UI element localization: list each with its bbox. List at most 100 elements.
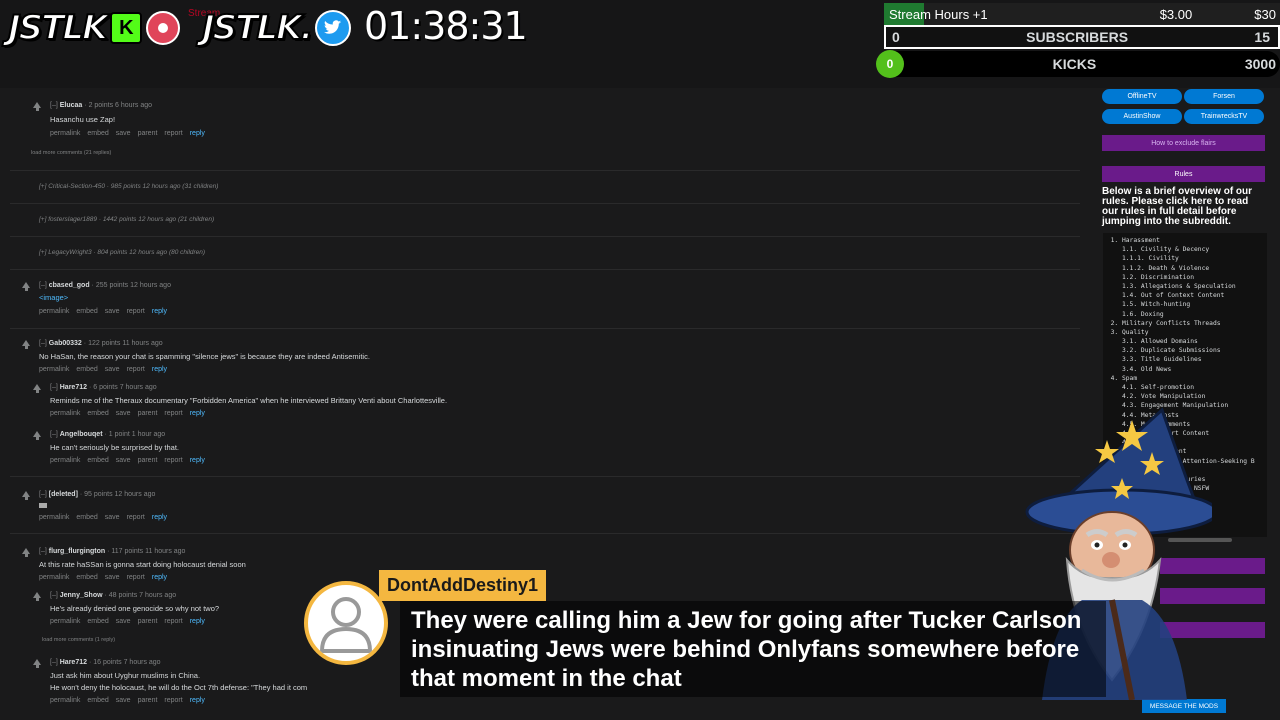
upvote-arrow-icon[interactable] <box>22 491 30 500</box>
collapse-toggle[interactable]: [–] <box>39 491 47 498</box>
record-icon <box>146 11 181 45</box>
report-link[interactable]: report <box>127 308 145 315</box>
permalink-link[interactable]: permalink <box>39 308 69 315</box>
report-link[interactable]: report <box>164 130 182 137</box>
comment-author[interactable]: Jenny_Show <box>60 592 103 599</box>
sidebar-link-forsen[interactable]: Forsen <box>1184 89 1264 104</box>
expand-toggle[interactable]: [+] <box>39 216 46 223</box>
sidebar-link-offlinetv[interactable]: OfflineTV <box>1102 89 1182 104</box>
parent-link[interactable]: parent <box>138 457 158 464</box>
embed-link[interactable]: embed <box>76 366 97 373</box>
load-more-comments-link[interactable]: load more comments (21 replies) <box>31 150 111 156</box>
comment-author[interactable]: Hare712 <box>60 659 87 666</box>
embed-link[interactable]: embed <box>76 308 97 315</box>
load-more-comments-link[interactable]: load more comments (1 reply) <box>42 637 115 643</box>
comment-author[interactable]: LegacyWright3 <box>48 249 91 256</box>
sidebar-link-trainwreckstv[interactable]: TrainwrecksTV <box>1184 109 1264 124</box>
save-link[interactable]: save <box>105 366 120 373</box>
permalink-link[interactable]: permalink <box>50 130 80 137</box>
comment-author[interactable]: Elucaa <box>60 102 83 109</box>
comment-author[interactable]: Gab00332 <box>49 340 82 347</box>
embed-link[interactable]: embed <box>87 410 108 417</box>
kicks-goal: 0 KICKS 3000 <box>876 50 1280 78</box>
embed-link[interactable]: embed <box>76 514 97 521</box>
comment-author[interactable]: Critical-Section-450 <box>48 183 105 190</box>
comment-author[interactable]: Angelbouqet <box>60 431 103 438</box>
collapse-toggle[interactable]: [–] <box>39 548 47 555</box>
upvote-arrow-icon[interactable] <box>22 340 30 349</box>
report-link[interactable]: report <box>164 618 182 625</box>
save-link[interactable]: save <box>116 130 131 137</box>
reply-link[interactable]: reply <box>152 366 167 373</box>
sidebar-link-austinshow[interactable]: AustinShow <box>1102 109 1182 124</box>
permalink-link[interactable]: permalink <box>39 514 69 521</box>
reply-link[interactable]: reply <box>190 410 205 417</box>
comment-body: He's already denied one genocide so why … <box>50 604 220 613</box>
upvote-arrow-icon[interactable] <box>33 102 41 111</box>
reply-link[interactable]: reply <box>190 130 205 137</box>
rules-intro[interactable]: Below is a brief overview of our rules. … <box>1102 187 1267 227</box>
upvote-arrow-icon[interactable] <box>33 659 41 668</box>
collapse-toggle[interactable]: [–] <box>50 384 58 391</box>
comment-image-link[interactable]: <image> <box>39 293 174 302</box>
comment: [–] Elucaa · 2 points 6 hours ago Hasanc… <box>50 102 212 137</box>
save-link[interactable]: save <box>116 618 131 625</box>
save-link[interactable]: save <box>105 308 120 315</box>
collapse-toggle[interactable]: [–] <box>50 592 58 599</box>
upvote-arrow-icon[interactable] <box>33 384 41 393</box>
permalink-link[interactable]: permalink <box>50 457 80 464</box>
expand-toggle[interactable]: [+] <box>39 249 46 256</box>
permalink-link[interactable]: permalink <box>39 366 69 373</box>
reply-link[interactable]: reply <box>190 618 205 625</box>
reply-link[interactable]: reply <box>190 697 205 704</box>
parent-link[interactable]: parent <box>138 130 158 137</box>
permalink-link[interactable]: permalink <box>50 697 80 704</box>
save-link[interactable]: save <box>116 410 131 417</box>
reply-link[interactable]: reply <box>190 457 205 464</box>
collapse-toggle[interactable]: [–] <box>50 431 58 438</box>
upvote-arrow-icon[interactable] <box>22 282 30 291</box>
comment-author[interactable]: fostersIager1889 <box>48 216 97 223</box>
report-link[interactable]: report <box>127 514 145 521</box>
embed-link[interactable]: embed <box>87 130 108 137</box>
save-link[interactable]: save <box>105 574 120 581</box>
report-link[interactable]: report <box>164 697 182 704</box>
parent-link[interactable]: parent <box>138 410 158 417</box>
permalink-link[interactable]: permalink <box>39 574 69 581</box>
report-link[interactable]: report <box>127 574 145 581</box>
permalink-link[interactable]: permalink <box>50 410 80 417</box>
comment-author[interactable]: cbased_god <box>49 282 90 289</box>
collapse-toggle[interactable]: [–] <box>50 102 58 109</box>
parent-link[interactable]: parent <box>138 697 158 704</box>
reply-link[interactable]: reply <box>152 574 167 581</box>
save-link[interactable]: save <box>105 514 120 521</box>
reply-link[interactable]: reply <box>152 308 167 315</box>
collapsed-comment[interactable]: [+] Critical-Section-450 · 985 points 12… <box>39 183 218 190</box>
report-link[interactable]: report <box>127 366 145 373</box>
embed-link[interactable]: embed <box>87 618 108 625</box>
save-link[interactable]: save <box>116 457 131 464</box>
reply-link[interactable]: reply <box>152 514 167 521</box>
report-link[interactable]: report <box>164 410 182 417</box>
comment-author[interactable]: flurg_flurgington <box>49 548 105 555</box>
upvote-arrow-icon[interactable] <box>22 548 30 557</box>
embed-link[interactable]: embed <box>76 574 97 581</box>
upvote-arrow-icon[interactable] <box>33 431 41 440</box>
upvote-arrow-icon[interactable] <box>33 592 41 601</box>
permalink-link[interactable]: permalink <box>50 618 80 625</box>
expand-toggle[interactable]: [+] <box>39 183 46 190</box>
collapsed-comment[interactable]: [+] LegacyWright3 · 804 points 12 hours … <box>39 249 205 256</box>
save-link[interactable]: save <box>116 697 131 704</box>
report-link[interactable]: report <box>164 457 182 464</box>
parent-link[interactable]: parent <box>138 618 158 625</box>
collapsed-comment[interactable]: [+] fostersIager1889 · 1442 points 12 ho… <box>39 216 214 223</box>
exclude-flairs-button[interactable]: How to exclude flairs <box>1102 135 1265 151</box>
collapse-toggle[interactable]: [–] <box>39 340 47 347</box>
embed-link[interactable]: embed <box>87 697 108 704</box>
comment-author[interactable]: [deleted] <box>49 491 78 498</box>
collapse-toggle[interactable]: [–] <box>50 659 58 666</box>
embed-link[interactable]: embed <box>87 457 108 464</box>
message-the-mods-button[interactable]: MESSAGE THE MODS <box>1142 699 1226 713</box>
collapse-toggle[interactable]: [–] <box>39 282 47 289</box>
comment-author[interactable]: Hare712 <box>60 384 87 391</box>
